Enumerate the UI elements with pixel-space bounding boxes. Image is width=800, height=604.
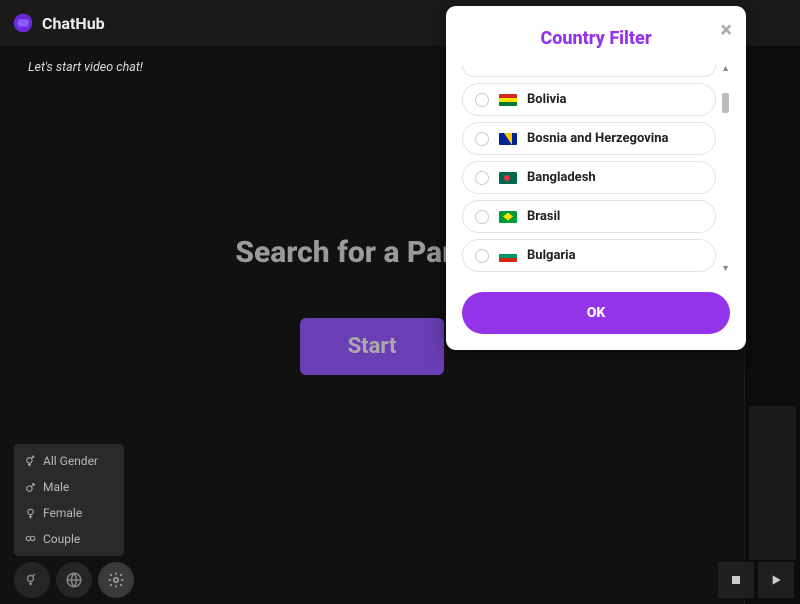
country-name: Brasil <box>527 209 560 224</box>
gender-item-label: Female <box>43 506 82 520</box>
gender-filter-button[interactable] <box>14 562 50 598</box>
stop-icon <box>728 572 744 588</box>
scroll-up-icon[interactable]: ▲ <box>721 63 730 74</box>
play-button[interactable] <box>758 562 794 598</box>
scroll-thumb[interactable] <box>722 93 729 113</box>
brand-name: ChatHub <box>42 14 105 33</box>
radio-icon[interactable] <box>475 171 489 185</box>
start-button[interactable]: Start <box>300 318 445 375</box>
stop-button[interactable] <box>718 562 754 598</box>
country-filter-button[interactable] <box>56 562 92 598</box>
gender-all-icon <box>24 455 37 468</box>
flag-icon <box>499 250 517 262</box>
close-icon[interactable]: × <box>720 18 732 43</box>
brand-logo[interactable]: ChatHub <box>12 12 105 34</box>
modal-title: Country Filter <box>462 28 730 49</box>
country-item-partial[interactable] <box>462 65 716 77</box>
radio-icon[interactable] <box>475 132 489 146</box>
gender-item-label: Couple <box>43 532 80 546</box>
scrollbar[interactable]: ▲ ▼ <box>720 65 730 272</box>
country-name: Bangladesh <box>527 170 596 185</box>
male-icon <box>24 481 37 494</box>
status-message: Let's start video chat! <box>28 60 143 75</box>
radio-icon[interactable] <box>475 249 489 263</box>
flag-icon <box>499 133 517 145</box>
country-name: Bolivia <box>527 92 567 107</box>
gear-icon <box>107 571 125 589</box>
settings-button[interactable] <box>98 562 134 598</box>
country-name: Bosnia and Herzegovina <box>527 131 668 146</box>
radio-icon[interactable] <box>475 210 489 224</box>
flag-icon <box>499 94 517 106</box>
flag-icon <box>499 211 517 223</box>
country-item[interactable]: Bolivia <box>462 83 716 116</box>
gender-item-all[interactable]: All Gender <box>14 448 124 474</box>
gender-menu: All Gender Male Female Couple <box>14 444 124 556</box>
gender-item-male[interactable]: Male <box>14 474 124 500</box>
country-item[interactable]: Bangladesh <box>462 161 716 194</box>
playback-controls <box>718 562 794 598</box>
country-item[interactable]: Bosnia and Herzegovina <box>462 122 716 155</box>
country-list[interactable]: Bolivia Bosnia and Herzegovina Bangladesh B… <box>462 65 730 272</box>
gender-item-label: All Gender <box>43 454 98 468</box>
right-preview <box>749 406 796 560</box>
ok-button[interactable]: OK <box>462 292 730 334</box>
country-item[interactable]: Bulgaria <box>462 239 716 272</box>
country-item[interactable]: Brasil <box>462 200 716 233</box>
play-icon <box>768 572 784 588</box>
right-pane <box>744 46 800 604</box>
globe-icon <box>65 571 83 589</box>
couple-icon <box>24 533 37 546</box>
scroll-down-icon[interactable]: ▼ <box>721 263 730 274</box>
gender-item-female[interactable]: Female <box>14 500 124 526</box>
flag-icon <box>499 172 517 184</box>
gender-item-couple[interactable]: Couple <box>14 526 124 552</box>
female-icon <box>24 507 37 520</box>
country-name: Bulgaria <box>527 248 576 263</box>
bottom-toolbar <box>14 562 134 598</box>
country-filter-modal: × Country Filter Bolivia Bosnia and Herze… <box>446 6 746 350</box>
gender-item-label: Male <box>43 480 69 494</box>
radio-icon[interactable] <box>475 93 489 107</box>
globe-icon <box>12 12 34 34</box>
gender-icon <box>23 571 41 589</box>
